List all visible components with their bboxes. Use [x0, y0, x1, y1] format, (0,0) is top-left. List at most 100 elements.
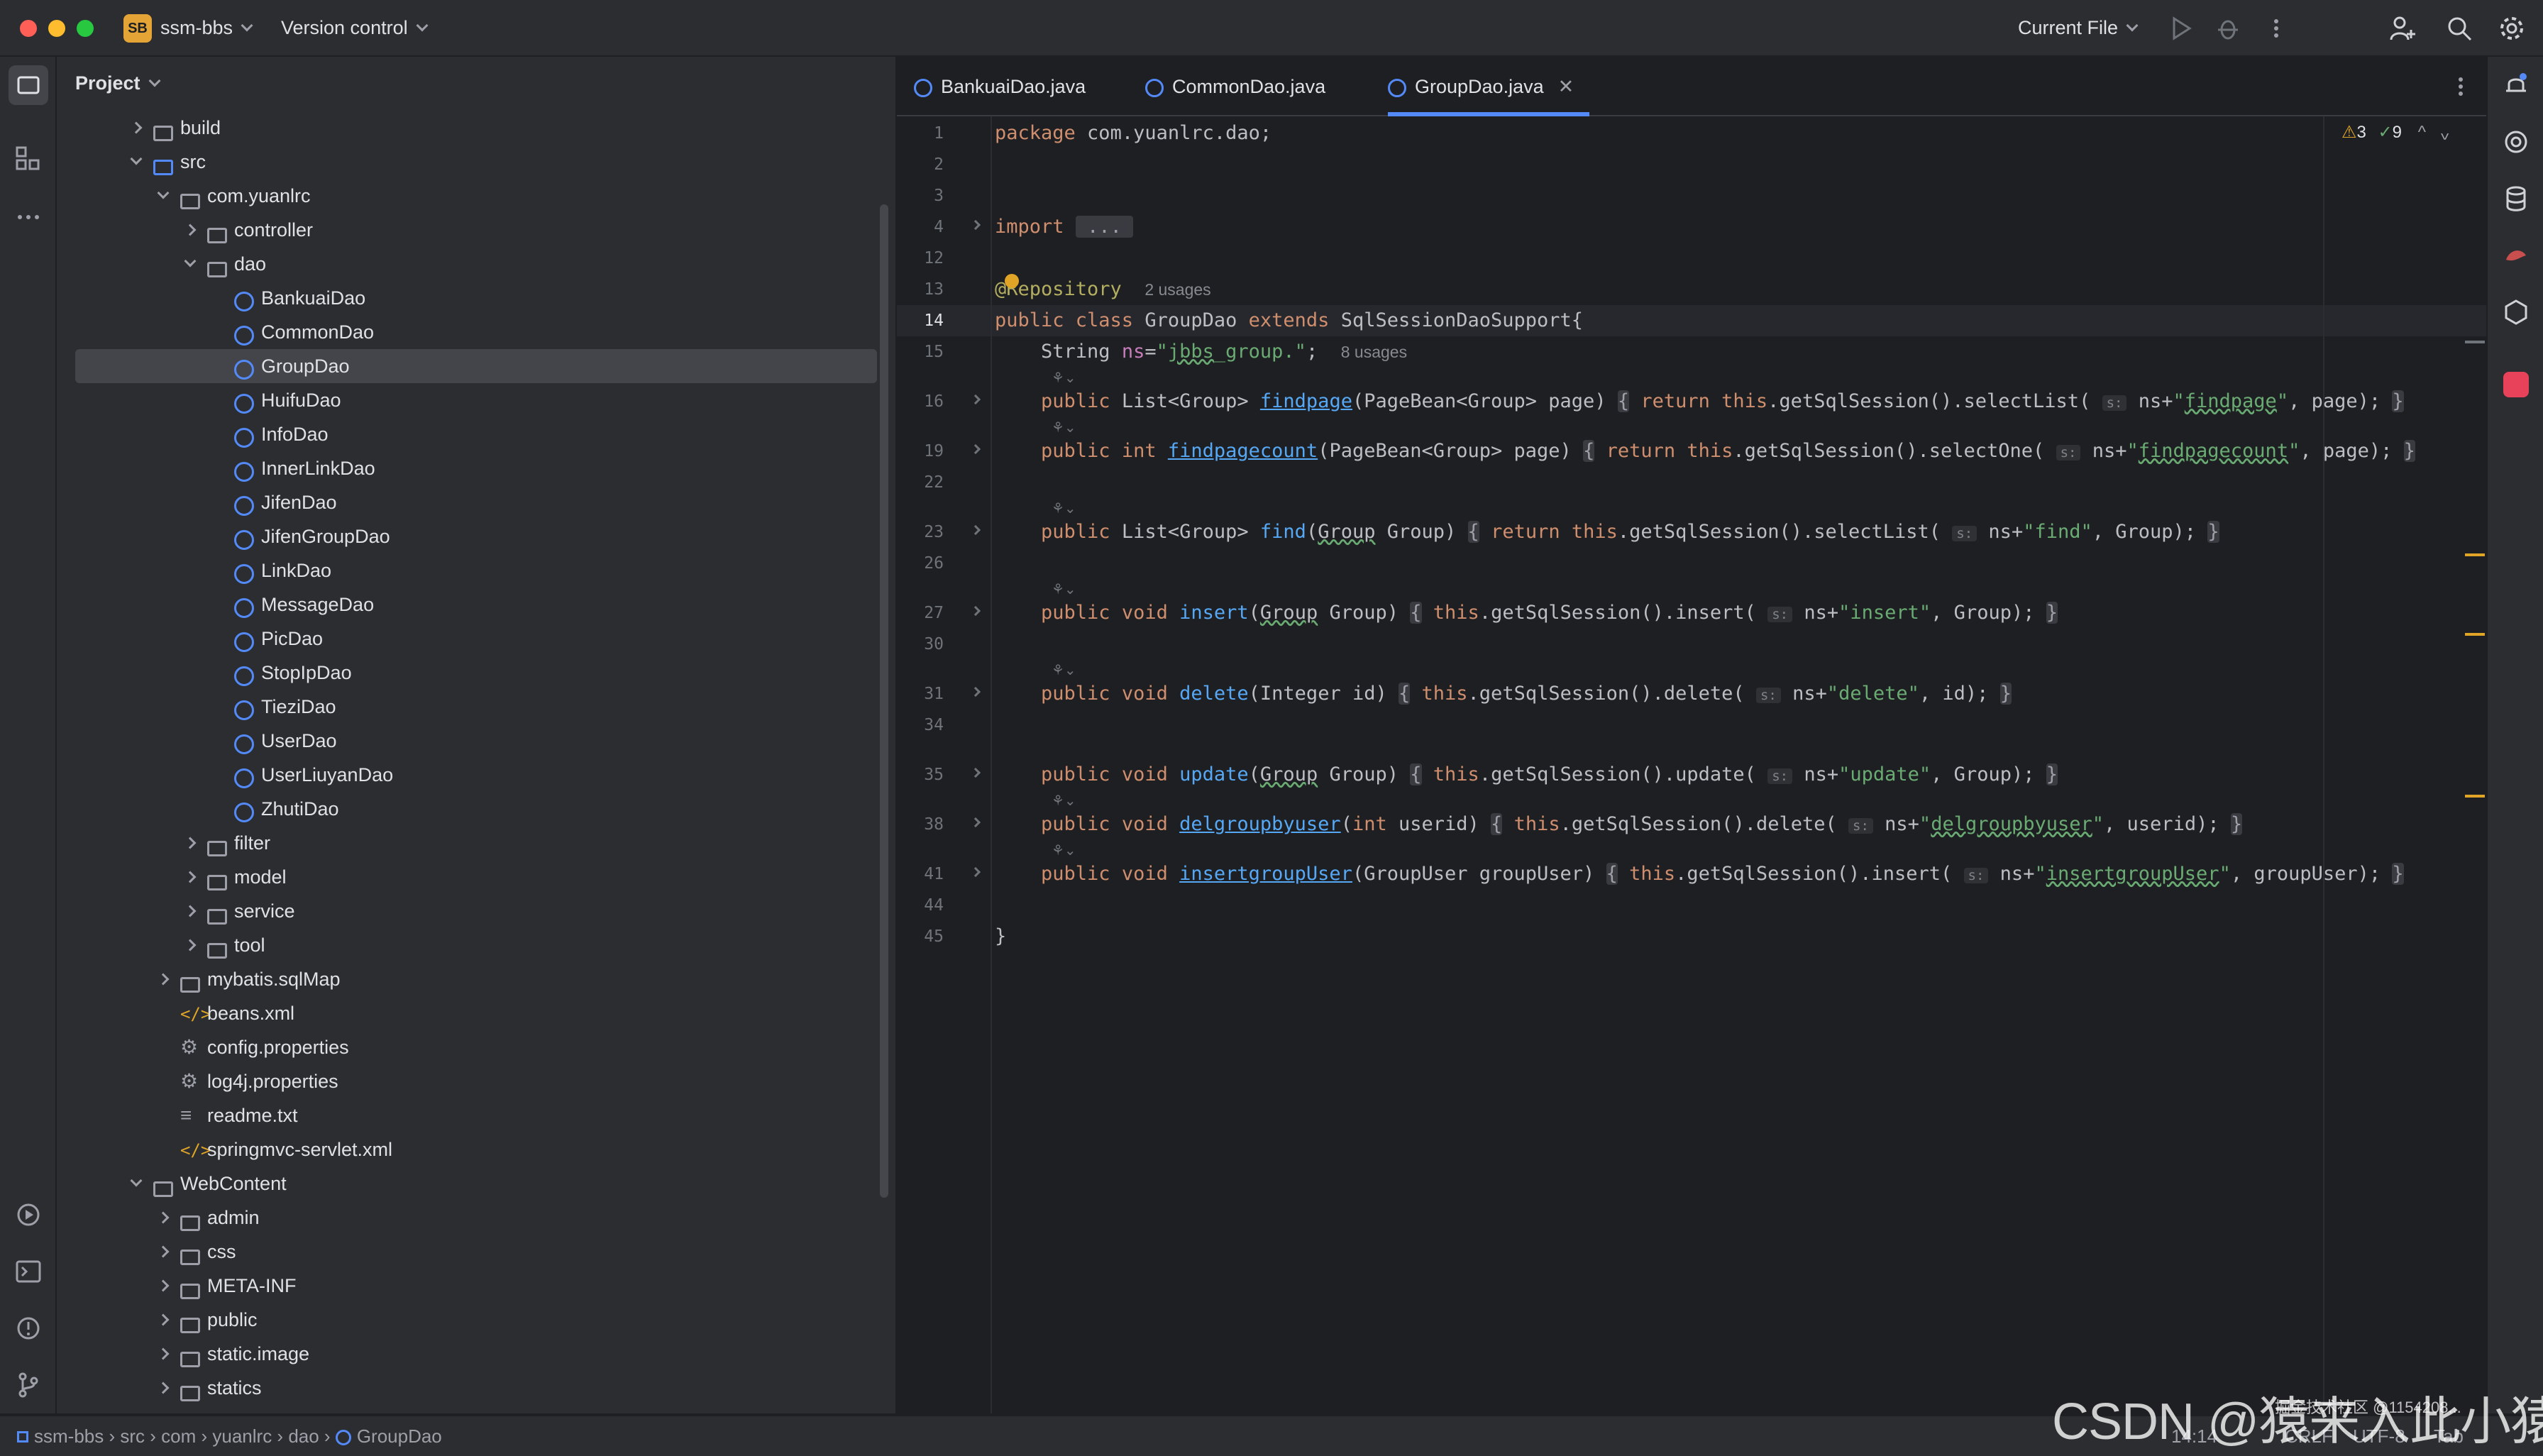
- line-number[interactable]: 27: [897, 599, 944, 627]
- project-switcher[interactable]: ssm-bbs: [160, 17, 253, 39]
- tree-item[interactable]: InnerLinkDao: [57, 451, 895, 485]
- code-line[interactable]: import ...: [995, 211, 1134, 243]
- breadcrumb-item[interactable]: yuanlrc: [212, 1425, 272, 1447]
- chevron-down-icon[interactable]: ^: [2441, 123, 2449, 143]
- line-number[interactable]: 45: [897, 922, 944, 951]
- code-line[interactable]: }: [995, 921, 1006, 952]
- line-number[interactable]: 26: [897, 549, 944, 578]
- tree-item[interactable]: ≡ readme.txt: [57, 1098, 895, 1132]
- warning-stripe-mark[interactable]: [2465, 795, 2485, 798]
- tree-item[interactable]: JifenDao: [57, 485, 895, 519]
- tree-item[interactable]: mybatis.sqlMap: [57, 962, 895, 996]
- code-vision-icon[interactable]: ⚘⌄: [1052, 500, 1076, 517]
- tree-item[interactable]: controller: [57, 213, 895, 247]
- tree-item[interactable]: ZhutiDao: [57, 792, 895, 826]
- tree-item[interactable]: public: [57, 1303, 895, 1337]
- line-number[interactable]: 35: [897, 761, 944, 789]
- breadcrumb-item[interactable]: dao: [288, 1425, 319, 1447]
- close-window-button[interactable]: [20, 20, 37, 37]
- warning-stripe-mark[interactable]: [2465, 633, 2485, 636]
- git-branch-icon[interactable]: [14, 1371, 43, 1399]
- code-vision-icon[interactable]: ⚘⌄: [1052, 580, 1076, 598]
- tab-groupdao[interactable]: GroupDao.java ✕: [1388, 57, 1590, 116]
- line-number[interactable]: 34: [897, 711, 944, 739]
- code-vision-icon[interactable]: ⚘⌄: [1052, 842, 1076, 859]
- line-number[interactable]: 30: [897, 630, 944, 658]
- line-number[interactable]: 12: [897, 244, 944, 272]
- code-line[interactable]: public List<Group> find(Group Group) { r…: [995, 517, 2219, 548]
- project-view-selector[interactable]: Project: [75, 72, 161, 94]
- line-number[interactable]: 44: [897, 891, 944, 920]
- project-tree-scrollbar[interactable]: [880, 204, 888, 1198]
- database-icon[interactable]: [2502, 184, 2530, 213]
- chevron-right-icon[interactable]: [130, 121, 143, 134]
- warning-stripe-mark[interactable]: [2465, 553, 2485, 556]
- tree-item[interactable]: css: [57, 1235, 895, 1269]
- tree-item[interactable]: model: [57, 860, 895, 894]
- code-line[interactable]: public int findpagecount(PageBean<Group>…: [995, 436, 2415, 467]
- tree-item[interactable]: JifenGroupDao: [57, 519, 895, 553]
- chevron-right-icon[interactable]: [184, 224, 197, 236]
- chevron-right-icon[interactable]: [157, 1347, 170, 1360]
- tree-item[interactable]: LinkDao: [57, 553, 895, 588]
- code-line[interactable]: public void delgroupbyuser(int userid) {…: [995, 809, 2243, 840]
- terminal-icon[interactable]: [14, 1257, 43, 1286]
- chevron-right-icon[interactable]: [184, 939, 197, 952]
- breadcrumb-item[interactable]: src: [120, 1425, 145, 1447]
- intention-bulb-icon[interactable]: [1005, 274, 1019, 288]
- chevron-right-icon[interactable]: [184, 905, 197, 917]
- tree-item[interactable]: ⚙ config.properties: [57, 1030, 895, 1064]
- line-number[interactable]: 31: [897, 680, 944, 708]
- minimize-window-button[interactable]: [48, 20, 65, 37]
- tree-item[interactable]: admin: [57, 1201, 895, 1235]
- problems-icon[interactable]: [14, 1314, 43, 1342]
- close-tab-icon[interactable]: ✕: [1558, 76, 1574, 97]
- inspection-widget[interactable]: ⚠3 ✓9 ^ ^: [2341, 122, 2449, 143]
- code-vision-icon[interactable]: ⚘⌄: [1052, 419, 1076, 436]
- tab-options-icon[interactable]: [2448, 74, 2473, 99]
- tree-item[interactable]: src: [57, 145, 895, 179]
- tree-item[interactable]: dao: [57, 247, 895, 281]
- code-line[interactable]: public void insertgroupUser(GroupUser gr…: [995, 859, 2404, 890]
- run-config-selector[interactable]: Current File: [2018, 17, 2139, 39]
- tree-item[interactable]: HuifuDao: [57, 383, 895, 417]
- plugin-icon[interactable]: [2502, 298, 2530, 326]
- chevron-up-icon[interactable]: ^: [2418, 123, 2426, 142]
- chevron-down-icon[interactable]: [157, 187, 170, 199]
- tree-item[interactable]: TieziDao: [57, 690, 895, 724]
- ai-assistant-icon[interactable]: [2502, 128, 2530, 156]
- line-number[interactable]: 41: [897, 860, 944, 888]
- chevron-down-icon[interactable]: [130, 1174, 143, 1187]
- chevron-right-icon[interactable]: [184, 871, 197, 883]
- tree-item[interactable]: build: [57, 111, 895, 145]
- code-vision-icon[interactable]: ⚘⌄: [1052, 369, 1076, 387]
- line-number[interactable]: 4: [897, 213, 944, 241]
- tree-item[interactable]: filter: [57, 826, 895, 860]
- tree-item[interactable]: tool: [57, 928, 895, 962]
- chevron-right-icon[interactable]: [157, 973, 170, 986]
- more-horizontal-icon[interactable]: [14, 203, 43, 231]
- line-number[interactable]: 14: [897, 307, 944, 335]
- breadcrumb-item[interactable]: GroupDao: [357, 1425, 442, 1447]
- services-run-icon[interactable]: [14, 1201, 43, 1229]
- line-number[interactable]: 15: [897, 338, 944, 366]
- chevron-right-icon[interactable]: [157, 1381, 170, 1394]
- code-line[interactable]: public void delete(Integer id) { this.ge…: [995, 678, 2012, 710]
- breadcrumb-item[interactable]: ssm-bbs: [34, 1425, 104, 1447]
- code-vision-icon[interactable]: ⚘⌄: [1052, 792, 1076, 810]
- tab-commondao[interactable]: CommonDao.java: [1145, 57, 1325, 116]
- more-vertical-icon[interactable]: [2263, 16, 2289, 41]
- code-line[interactable]: package com.yuanlrc.dao;: [995, 118, 1272, 149]
- line-number[interactable]: 16: [897, 387, 944, 416]
- notifications-bell-icon[interactable]: [2502, 71, 2530, 99]
- tree-item[interactable]: InfoDao: [57, 417, 895, 451]
- line-number[interactable]: 22: [897, 468, 944, 497]
- code-line[interactable]: public void insert(Group Group) { this.g…: [995, 597, 2058, 629]
- add-user-icon[interactable]: [2388, 14, 2417, 43]
- zoom-window-button[interactable]: [77, 20, 94, 37]
- settings-gear-icon[interactable]: [2498, 14, 2526, 43]
- chevron-right-icon[interactable]: [157, 1245, 170, 1258]
- code-line[interactable]: public List<Group> findpage(PageBean<Gro…: [995, 386, 2404, 417]
- search-icon[interactable]: [2445, 14, 2473, 43]
- tree-item[interactable]: </> beans.xml: [57, 996, 895, 1030]
